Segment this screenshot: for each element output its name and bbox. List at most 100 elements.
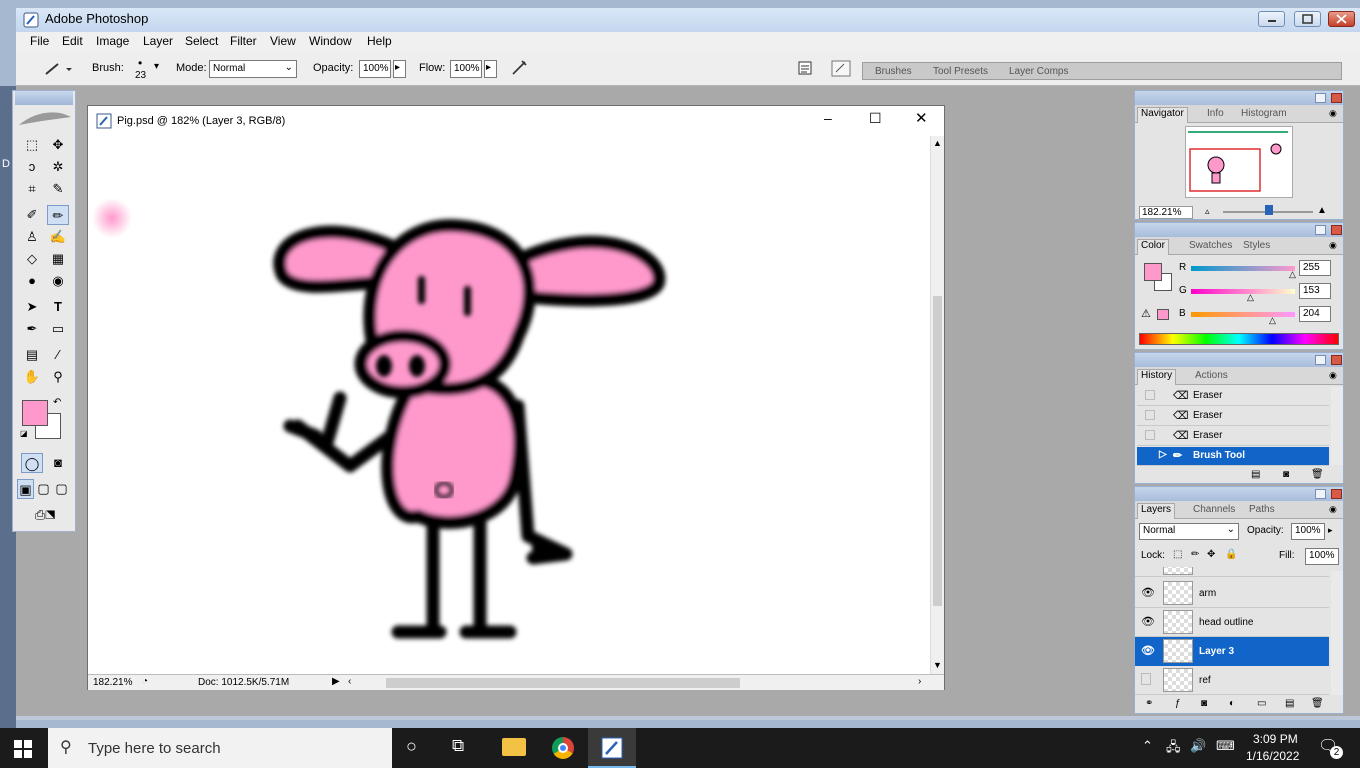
file-explorer-icon[interactable] — [502, 738, 526, 756]
toolbox-header[interactable] — [15, 91, 73, 105]
menu-view[interactable]: View — [270, 34, 296, 48]
horizontal-scroll-thumb[interactable] — [386, 678, 740, 688]
menu-help[interactable]: Help — [367, 34, 392, 48]
eye-icon[interactable]: 👁 — [1141, 615, 1155, 628]
clone-stamp-tool-icon[interactable]: ♙ — [21, 227, 43, 247]
chrome-icon[interactable] — [552, 737, 574, 759]
tab-brushes[interactable]: Brushes — [875, 66, 912, 77]
layer-row-selected[interactable]: 👁 Layer 3 — [1135, 637, 1329, 666]
history-panel-header[interactable] — [1135, 353, 1343, 367]
standard-mode-icon[interactable]: ◯ — [21, 453, 43, 473]
tab-history[interactable]: History — [1137, 369, 1177, 385]
gradient-tool-icon[interactable]: ▦ — [47, 249, 69, 269]
scroll-left-icon[interactable]: ‹ — [348, 676, 351, 687]
lock-position-icon[interactable]: ✥ — [1207, 549, 1215, 560]
palette-well-icon[interactable] — [830, 58, 852, 78]
opacity-arrow-icon[interactable]: ▸ — [1328, 525, 1333, 536]
file-browser-icon[interactable] — [797, 60, 813, 76]
clock-date[interactable]: 1/16/2022 — [1246, 749, 1299, 763]
layer-mask-icon[interactable]: ◙ — [1201, 698, 1207, 709]
swap-colors-icon[interactable]: ↶ — [53, 397, 61, 408]
tab-swatches[interactable]: Swatches — [1189, 240, 1232, 251]
screen-mode-standard-icon[interactable]: ▣ — [17, 479, 34, 499]
scroll-up-icon[interactable]: ▲ — [933, 138, 942, 148]
g-slider[interactable] — [1191, 289, 1295, 294]
path-selection-tool-icon[interactable]: ➤ — [21, 297, 43, 317]
history-source-box[interactable] — [1145, 410, 1155, 420]
type-tool-icon[interactable]: T — [47, 297, 69, 317]
zoom-in-icon[interactable]: ▲ — [1317, 205, 1327, 216]
r-slider[interactable] — [1191, 266, 1295, 271]
panel-minimize-icon[interactable] — [1315, 93, 1326, 103]
zoom-tool-icon[interactable]: ⚲ — [47, 367, 69, 387]
b-slider-thumb-icon[interactable]: △ — [1269, 315, 1276, 326]
doc-maximize-icon[interactable]: ☐ — [869, 110, 882, 127]
panel-menu-icon[interactable]: ◉ — [1329, 108, 1337, 119]
history-brush-tool-icon[interactable]: ✍ — [47, 227, 69, 247]
snapshot-icon[interactable]: ◙ — [1283, 469, 1289, 480]
healing-brush-tool-icon[interactable]: ✐ — [21, 205, 43, 225]
panel-close-icon[interactable] — [1331, 355, 1342, 365]
trash-icon[interactable]: 🗑 — [1311, 469, 1324, 480]
zoom-slider-thumb[interactable] — [1265, 205, 1273, 215]
brush-dropdown-icon[interactable]: ▾ — [154, 61, 159, 72]
flow-field[interactable]: 100% — [450, 60, 482, 78]
move-tool-icon[interactable]: ✥ — [47, 135, 69, 155]
status-arrow-icon[interactable]: ▶ — [332, 676, 340, 687]
panel-menu-icon[interactable]: ◉ — [1329, 240, 1337, 251]
panel-close-icon[interactable] — [1331, 489, 1342, 499]
tab-tool-presets[interactable]: Tool Presets — [933, 66, 988, 77]
airbrush-icon[interactable] — [510, 58, 530, 78]
windows-start-icon[interactable] — [14, 740, 32, 758]
link-icon[interactable]: ⚭ — [1145, 698, 1153, 709]
gamut-warning-icon[interactable]: ⚠ — [1141, 307, 1151, 320]
dodge-tool-icon[interactable]: ◉ — [47, 271, 69, 291]
lasso-tool-icon[interactable]: ↄ — [21, 157, 43, 177]
eyedropper-tool-icon[interactable]: ⁄ — [47, 345, 69, 365]
new-document-icon[interactable]: ▤ — [1251, 469, 1260, 480]
color-fg-swatch[interactable] — [1144, 263, 1162, 281]
eraser-tool-icon[interactable]: ◇ — [21, 249, 43, 269]
r-slider-thumb-icon[interactable]: △ — [1289, 269, 1296, 280]
r-value[interactable]: 255 — [1299, 260, 1331, 276]
layer-row[interactable]: 👁 head outline — [1135, 608, 1329, 637]
vertical-scrollbar[interactable]: ▲ ▼ — [930, 136, 944, 680]
layer-row[interactable]: ref — [1135, 666, 1329, 695]
history-item[interactable]: ⌫ Eraser — [1137, 387, 1329, 406]
new-layer-icon[interactable]: ▤ — [1285, 698, 1294, 709]
marquee-tool-icon[interactable]: ⬚ — [21, 135, 43, 155]
navigator-thumbnail[interactable] — [1185, 126, 1293, 198]
hand-tool-icon[interactable]: ✋ — [21, 367, 43, 387]
history-scrollbar[interactable] — [1331, 387, 1343, 465]
doc-minimize-icon[interactable]: – — [824, 110, 832, 126]
panel-minimize-icon[interactable] — [1315, 489, 1326, 499]
panel-minimize-icon[interactable] — [1315, 225, 1326, 235]
brush-tool-icon[interactable]: ✏ — [47, 205, 69, 225]
panel-minimize-icon[interactable] — [1315, 355, 1326, 365]
history-item[interactable]: ⌫ Eraser — [1137, 427, 1329, 446]
eye-icon[interactable]: 👁 — [1141, 644, 1155, 657]
b-value[interactable]: 204 — [1299, 306, 1331, 322]
eye-icon[interactable]: 👁 — [1141, 586, 1155, 599]
feather-logo-icon[interactable] — [17, 107, 73, 129]
history-item[interactable]: ⌫ Eraser — [1137, 407, 1329, 426]
layers-panel-header[interactable] — [1135, 487, 1343, 501]
keyboard-icon[interactable]: ⌨ — [1216, 738, 1235, 754]
close-button[interactable] — [1328, 11, 1355, 27]
screen-mode-full-menu-icon[interactable]: ▢ — [35, 479, 52, 499]
tab-actions[interactable]: Actions — [1195, 370, 1228, 381]
color-ramp[interactable] — [1139, 333, 1339, 345]
panel-menu-icon[interactable]: ◉ — [1329, 504, 1337, 515]
brush-preset-icon[interactable] — [42, 60, 72, 78]
fill-field[interactable]: 100% — [1305, 548, 1339, 565]
layer-style-icon[interactable]: ƒ — [1175, 698, 1181, 709]
tray-chevron-icon[interactable]: ⌃ — [1142, 738, 1153, 754]
new-group-icon[interactable]: ▭ — [1257, 698, 1266, 709]
lock-pixels-icon[interactable]: ✏ — [1191, 549, 1199, 560]
panel-close-icon[interactable] — [1331, 225, 1342, 235]
navigator-panel-header[interactable] — [1135, 91, 1343, 105]
image-canvas[interactable] — [88, 136, 931, 674]
tab-channels[interactable]: Channels — [1193, 504, 1235, 515]
scroll-right-icon[interactable]: › — [918, 676, 921, 687]
opacity-arrow-button[interactable]: ▸ — [393, 60, 406, 78]
